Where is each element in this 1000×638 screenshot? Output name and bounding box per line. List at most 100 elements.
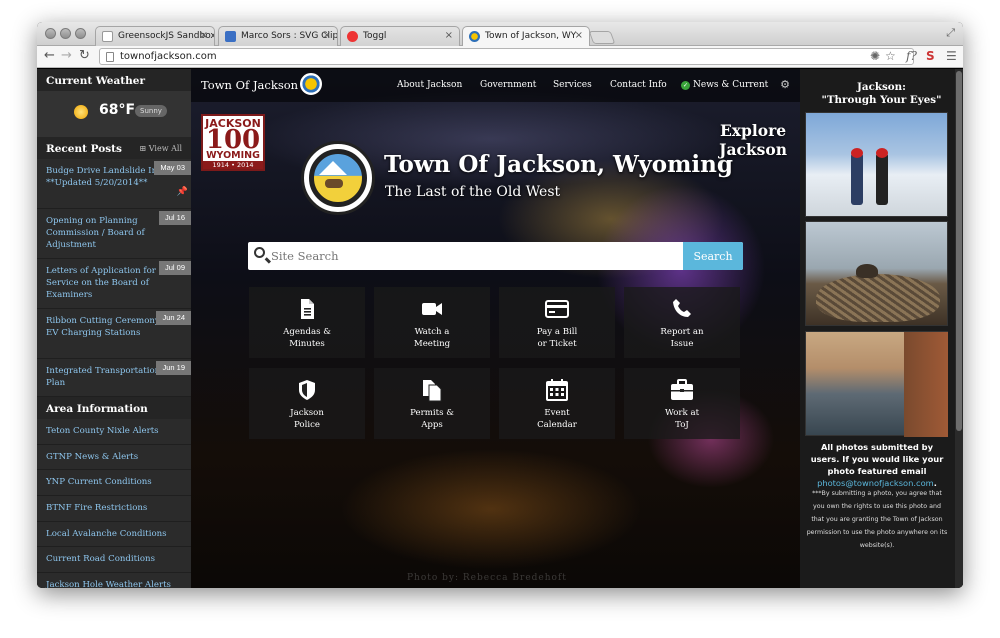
post-item[interactable]: Integrated Transportation Plan Jun 19 <box>37 359 191 397</box>
nav-government[interactable]: Government <box>480 80 536 90</box>
user-photo-osprey-nest[interactable] <box>805 221 948 326</box>
badge-line: WYOMING <box>206 150 260 161</box>
view-all-link[interactable]: ⊞ View All <box>140 144 182 153</box>
badge-line: 1914 • 2014 <box>203 161 263 169</box>
sun-icon <box>74 105 88 119</box>
jackson-100-badge: JACKSON 100 WYOMING 1914 • 2014 <box>201 114 265 171</box>
tile-label: Watch a Meeting <box>413 327 451 349</box>
area-link[interactable]: Local Avalanche Conditions <box>37 522 191 548</box>
helmet-icon <box>851 148 863 158</box>
close-tab-icon[interactable]: × <box>323 30 331 41</box>
zoom-window-button[interactable] <box>75 28 86 39</box>
close-tab-icon[interactable]: × <box>445 30 453 41</box>
area-link[interactable]: BTNF Fire Restrictions <box>37 496 191 522</box>
user-photo-tram[interactable] <box>805 331 948 437</box>
tile-event-calendar[interactable]: Event Calendar <box>499 368 615 439</box>
close-window-button[interactable] <box>45 28 56 39</box>
nest-shape <box>816 274 940 322</box>
nav-contact-info[interactable]: Contact Info <box>610 80 667 90</box>
reload-icon[interactable]: ↻ <box>79 49 90 63</box>
post-title: Letters of Application for Service on th… <box>46 266 156 300</box>
tile-label: Permits & Apps <box>410 408 454 430</box>
web-page: Current Weather 68°F Sunny Recent Posts … <box>37 69 963 588</box>
menu-icon[interactable]: ☰ <box>946 49 957 63</box>
tab-marco-sors[interactable]: Marco Sors : SVG ClipPath × <box>218 26 338 46</box>
tile-label: Event Calendar <box>537 408 577 430</box>
gears-icon[interactable]: ⚙ <box>780 78 790 91</box>
tile-label: Jackson Police <box>290 408 324 430</box>
phone-icon <box>673 299 691 317</box>
post-item[interactable]: Ribbon Cutting Ceremony - EV Charging St… <box>37 309 191 359</box>
area-link[interactable]: Jackson Hole Weather Alerts <box>37 573 191 588</box>
explore-jackson-link[interactable]: Explore Jackson <box>719 121 787 159</box>
tile-jackson-police[interactable]: Jackson Police <box>249 368 365 439</box>
explore-line: Jackson <box>719 140 787 159</box>
post-item[interactable]: Opening on Planning Commission / Board o… <box>37 209 191 259</box>
area-link[interactable]: YNP Current Conditions <box>37 470 191 497</box>
tab-greensock[interactable]: GreensockJS Sandbox × <box>95 26 215 46</box>
post-item[interactable]: Budge Drive Landslide Info **Updated 5/2… <box>37 159 191 209</box>
elk-icon <box>325 179 343 188</box>
nav-news-label: News & Current <box>693 80 769 90</box>
site-brand[interactable]: Town Of Jackson <box>201 78 298 92</box>
tile-watch-meeting[interactable]: Watch a Meeting <box>374 287 490 358</box>
briefcase-icon <box>671 379 693 400</box>
close-tab-icon[interactable]: × <box>575 30 583 41</box>
right-sidebar: Jackson: "Through Your Eyes" All photos … <box>800 69 963 588</box>
tile-agendas-minutes[interactable]: Agendas & Minutes <box>249 287 365 358</box>
search-button[interactable]: Search <box>683 242 743 270</box>
post-date: May 03 <box>154 161 191 175</box>
tile-work-at-toj[interactable]: Work at ToJ <box>624 368 740 439</box>
weather-heading: Current Weather <box>37 69 191 91</box>
tile-label: Work at ToJ <box>664 408 700 430</box>
fullscreen-icon[interactable]: ⤢ <box>946 26 955 40</box>
bird-shape <box>856 264 878 278</box>
post-date: Jul 09 <box>158 261 191 275</box>
tab-bar: GreensockJS Sandbox × Marco Sors : SVG C… <box>37 22 963 46</box>
seal-ring <box>309 149 367 207</box>
shield-icon <box>299 380 315 400</box>
bookmark-star-icon[interactable]: ☆ <box>885 49 896 63</box>
area-link[interactable]: Current Road Conditions <box>37 547 191 574</box>
town-seal-icon[interactable] <box>300 73 322 95</box>
back-arrow-icon[interactable]: ← <box>44 49 55 63</box>
nav-news-current[interactable]: ✓ News & Current <box>681 80 768 90</box>
tab-toggl[interactable]: Toggl × <box>340 26 460 46</box>
scrollbar[interactable] <box>955 69 963 588</box>
photo-submission-note: All photos submitted by users. If you wo… <box>810 442 944 488</box>
scrollbar-thumb[interactable] <box>956 71 962 431</box>
tile-label: Report an Issue <box>660 327 704 349</box>
site-search: Search <box>248 242 743 270</box>
area-link[interactable]: GTNP News & Alerts <box>37 445 191 471</box>
close-tab-icon[interactable]: × <box>200 30 208 41</box>
recent-posts-title: Recent Posts <box>46 143 122 155</box>
tile-pay-bill[interactable]: Pay a Bill or Ticket <box>499 287 615 358</box>
user-photo-skiers[interactable] <box>805 112 948 217</box>
extension-icon[interactable]: ✺ <box>870 49 880 63</box>
tile-permits-apps[interactable]: Permits & Apps <box>374 368 490 439</box>
font-finder-icon[interactable]: f? <box>906 49 917 63</box>
url-text: townofjackson.com <box>120 51 217 62</box>
post-date: Jun 24 <box>156 311 191 325</box>
post-item[interactable]: Letters of Application for Service on th… <box>37 259 191 309</box>
new-tab-button[interactable] <box>588 31 616 44</box>
title-line: Jackson: <box>857 81 906 93</box>
page-icon <box>106 52 114 62</box>
nav-services[interactable]: Services <box>553 80 592 90</box>
files-icon <box>423 380 442 402</box>
area-link[interactable]: Teton County Nixle Alerts <box>37 419 191 445</box>
tile-report-issue[interactable]: Report an Issue <box>624 287 740 358</box>
tab-title: Toggl <box>363 31 387 41</box>
weather-widget: 68°F Sunny <box>37 91 191 137</box>
calendar-icon <box>546 379 568 401</box>
view-all-label: View All <box>148 144 182 153</box>
forward-arrow-icon[interactable]: → <box>61 49 72 63</box>
address-bar[interactable]: townofjackson.com <box>99 48 914 65</box>
mountain-icon <box>319 161 347 175</box>
tab-town-of-jackson[interactable]: Town of Jackson, WY × <box>462 26 590 46</box>
minimize-window-button[interactable] <box>60 28 71 39</box>
s-extension-icon[interactable]: S <box>926 49 935 63</box>
left-sidebar: Current Weather 68°F Sunny Recent Posts … <box>37 69 191 588</box>
nav-about-jackson[interactable]: About Jackson <box>397 80 462 90</box>
search-input[interactable] <box>271 242 681 270</box>
